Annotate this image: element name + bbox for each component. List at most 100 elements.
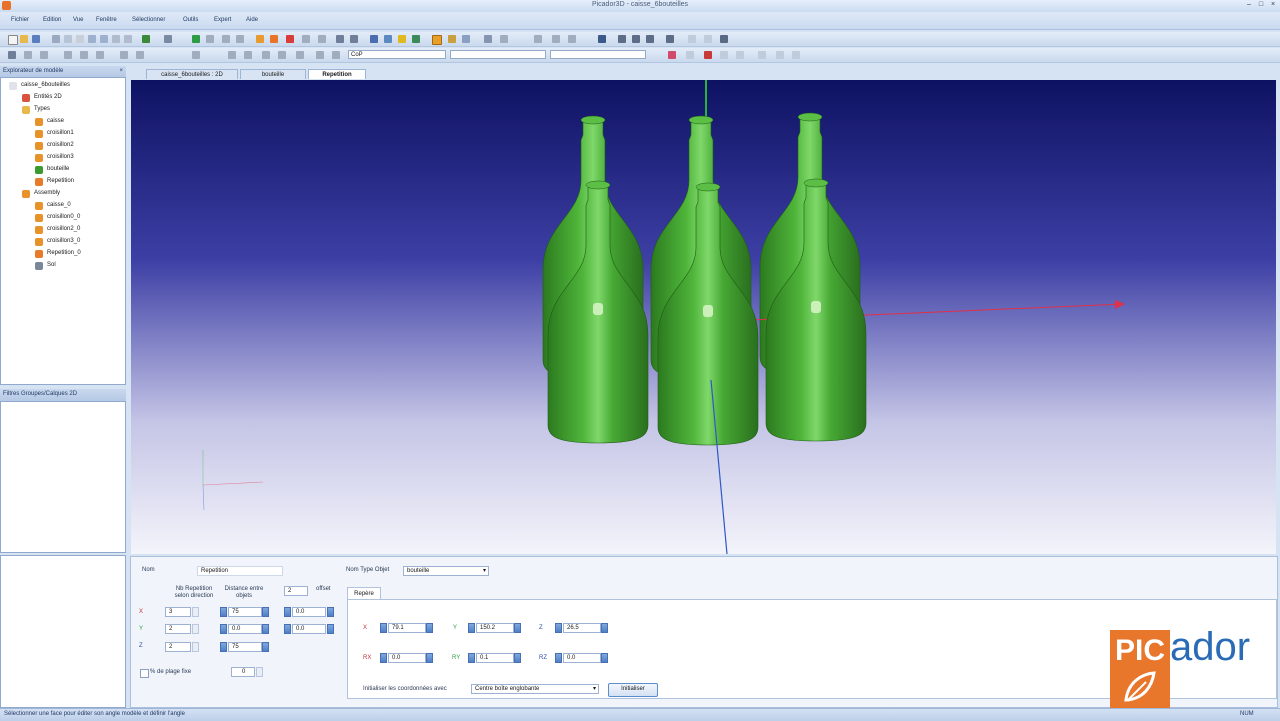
copy-icon[interactable] [64,35,72,43]
tool-icon[interactable] [262,51,270,59]
distance-z-field[interactable]: 75 [228,642,262,652]
orange-tool-icon[interactable] [256,35,264,43]
tool-icon[interactable] [704,51,712,59]
new-file-icon[interactable] [8,35,18,45]
tool-icon[interactable] [332,51,340,59]
tool-icon[interactable] [500,35,508,43]
highlighted-tool-icon[interactable] [432,35,442,45]
offset-x-dec[interactable] [284,607,291,617]
tool-icon[interactable] [80,51,88,59]
repeat-x-spinner[interactable] [192,607,199,617]
paste-icon[interactable] [76,35,84,43]
pos-z-field[interactable]: 26.5 [563,623,601,633]
pane-close-icon[interactable]: × [119,66,123,76]
range-checkbox[interactable] [140,669,149,678]
rot-z-inc[interactable] [601,653,608,663]
save-icon[interactable] [32,35,40,43]
open-folder-icon[interactable] [20,35,28,43]
tool-icon[interactable] [568,35,576,43]
distance-z-dec[interactable] [220,642,227,652]
view-icon[interactable] [384,35,392,43]
pos-y-inc[interactable] [514,623,521,633]
redo-icon[interactable] [100,35,108,43]
pointer-icon[interactable] [8,51,16,59]
pos-y-field[interactable]: 150.2 [476,623,514,633]
tool-icon[interactable] [534,35,542,43]
axis-xy-icon[interactable] [618,35,626,43]
init-select[interactable]: Centre boîte englobante ▾ [471,684,599,694]
tool-icon[interactable] [776,51,784,59]
repeat-z-spinner[interactable] [192,642,199,652]
distance-y-inc[interactable] [262,624,269,634]
tool-icon[interactable] [688,35,696,43]
3d-viewport[interactable] [131,80,1276,554]
tool-icon[interactable] [228,51,236,59]
print-icon[interactable] [164,35,172,43]
distance-y-dec[interactable] [220,624,227,634]
axis-yz-icon[interactable] [632,35,640,43]
minimize-icon[interactable]: – [1244,1,1254,10]
view-icon[interactable] [370,35,378,43]
view-icon[interactable] [412,35,420,43]
range-spinner[interactable] [256,667,263,677]
axis-zx-icon[interactable] [646,35,654,43]
rot-y-dec[interactable] [468,653,475,663]
pos-z-dec[interactable] [555,623,562,633]
tool-icon[interactable] [686,51,694,59]
tool-icon[interactable] [206,35,214,43]
tab-repetition[interactable]: Repetition [308,69,366,79]
close-icon[interactable]: × [1268,1,1278,10]
arrow-icon[interactable] [336,35,344,43]
pos-x-field[interactable]: 79.1 [388,623,426,633]
distance-x-dec[interactable] [220,607,227,617]
view-icon[interactable] [398,35,406,43]
pos-y-dec[interactable] [468,623,475,633]
tool-icon[interactable] [112,35,120,43]
offset-y-field[interactable]: 0.0 [292,624,326,634]
tool-icon[interactable] [736,51,744,59]
pos-z-inc[interactable] [601,623,608,633]
red-tool-icon[interactable] [286,35,294,43]
rot-z-dec[interactable] [555,653,562,663]
tab-bouteille[interactable]: bouteille [240,69,306,79]
tool-icon[interactable] [448,35,456,43]
paint-icon[interactable] [668,51,676,59]
tab-2d-view[interactable]: caisse_6bouteilles : 2D [146,69,238,79]
green-box-icon[interactable] [192,35,200,43]
tool-icon[interactable] [792,51,800,59]
rot-z-field[interactable]: 0.0 [563,653,601,663]
repeat-y-spinner[interactable] [192,624,199,634]
initialize-button[interactable]: Initialiser [608,683,658,697]
rot-x-inc[interactable] [426,653,433,663]
tool-icon[interactable] [318,35,326,43]
tool-icon[interactable] [278,51,286,59]
tool-icon[interactable] [96,51,104,59]
menu-fenetre[interactable]: Fenêtre [96,17,117,23]
arrow-icon[interactable] [350,35,358,43]
offset-x-field[interactable]: 0.0 [292,607,326,617]
plus-icon[interactable] [598,35,606,43]
camera-icon[interactable] [484,35,492,43]
tool-icon[interactable] [236,35,244,43]
tool-icon[interactable] [192,51,200,59]
distance-x-field[interactable]: 75 [228,607,262,617]
offset-y-inc[interactable] [327,624,334,634]
rot-y-field[interactable]: 0.1 [476,653,514,663]
orange-tool-icon[interactable] [270,35,278,43]
menu-aide[interactable]: Aide [246,17,258,23]
tool-icon[interactable] [40,51,48,59]
repeat-z-field[interactable]: 2 [165,642,191,652]
tool-icon[interactable] [758,51,766,59]
iso-icon[interactable] [666,35,674,43]
menu-edition[interactable]: Edition [43,17,61,23]
undo-icon[interactable] [88,35,96,43]
tool-icon[interactable] [24,51,32,59]
offset-x-inc[interactable] [327,607,334,617]
rot-x-dec[interactable] [380,653,387,663]
offset-y-dec[interactable] [284,624,291,634]
layer-select[interactable]: CoP [348,50,446,59]
maximize-icon[interactable]: □ [1256,1,1266,10]
monitor-icon[interactable] [720,35,728,43]
tool-icon[interactable] [222,35,230,43]
tool-icon[interactable] [462,35,470,43]
